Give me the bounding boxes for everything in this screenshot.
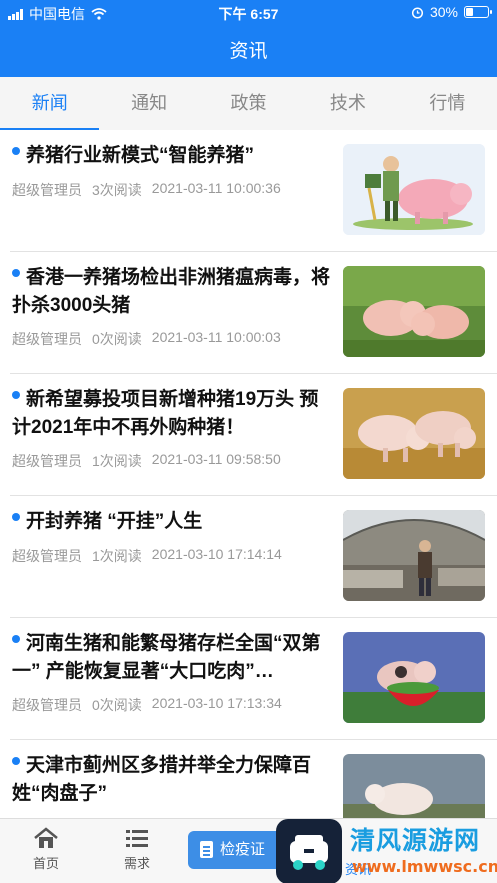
news-author: 超级管理员: [12, 453, 82, 469]
watermark-url: www.lmwwsc.cn: [352, 857, 497, 876]
news-time: 2021-03-11 10:00:03: [151, 329, 281, 345]
news-item[interactable]: 养猪行业新模式“智能养猪” 超级管理员 3次阅读 2021-03-11 10:0…: [0, 130, 497, 252]
watermark-name: 清风源游网: [350, 827, 481, 855]
tab-market[interactable]: 行情: [398, 77, 497, 130]
news-time: 2021-03-10 17:14:14: [151, 546, 282, 562]
site-watermark: 清风源游网 www.lmwwsc.cn: [256, 819, 497, 883]
news-reads: 0次阅读: [92, 331, 142, 347]
news-item[interactable]: 香港一养猪场检出非洲猪瘟病毒，将扑杀3000头猪 超级管理员 0次阅读 2021…: [0, 252, 497, 374]
news-title: 新希望募投项目新增种猪19万头 预计2021年中不再外购种猪！: [12, 389, 319, 438]
news-title: 香港一养猪场检出非洲猪瘟病毒，将扑杀3000头猪: [12, 267, 331, 316]
news-title: 天津市蓟州区多措并举全力保障百姓“肉盘子”: [12, 755, 312, 804]
news-thumbnail: [343, 144, 485, 235]
news-author: 超级管理员: [12, 548, 82, 564]
battery-icon: [464, 6, 492, 18]
news-title: 养猪行业新模式“智能养猪”: [26, 145, 255, 166]
news-time: 2021-03-11 10:00:36: [151, 180, 281, 196]
news-item[interactable]: 开封养猪 “开挂”人生 超级管理员 1次阅读 2021-03-10 17:14:…: [0, 496, 497, 618]
status-bar: 中国电信 下午 6:57 30%: [0, 0, 497, 26]
news-meta: 超级管理员 1次阅读 2021-03-10 17:14:14: [12, 546, 282, 566]
bottom-tab-bar: 首页 需求 检疫证 资讯 清风源游网 www.lmwwsc.cn: [0, 818, 497, 883]
home-icon: [34, 827, 58, 848]
news-list: 养猪行业新模式“智能养猪” 超级管理员 3次阅读 2021-03-11 10:0…: [0, 130, 497, 840]
news-meta: 超级管理员 0次阅读 2021-03-11 10:00:03: [12, 329, 281, 349]
news-reads: 1次阅读: [92, 548, 142, 564]
news-title: 开封养猪 “开挂”人生: [26, 511, 203, 532]
nav-bar: 资讯: [0, 26, 497, 77]
news-meta: 超级管理员 3次阅读 2021-03-11 10:00:36: [12, 180, 281, 200]
news-author: 超级管理员: [12, 697, 82, 713]
tab-policy[interactable]: 政策: [199, 77, 298, 130]
news-thumbnail: [343, 266, 485, 357]
news-time: 2021-03-10 17:13:34: [151, 695, 282, 711]
news-title: 河南生猪和能繁母猪存栏全国“双第一” 产能恢复显著“大口吃肉”…: [12, 633, 321, 682]
tabbar-demand[interactable]: 需求: [107, 827, 167, 872]
tab-technology[interactable]: 技术: [298, 77, 397, 130]
list-icon: [126, 830, 148, 847]
news-meta: 超级管理员 0次阅读 2021-03-10 17:13:34: [12, 695, 282, 715]
bullet-dot: [12, 635, 20, 643]
news-thumbnail: [343, 388, 485, 479]
news-reads: 0次阅读: [92, 697, 142, 713]
category-tabs: 新闻 通知 政策 技术 行情: [0, 77, 497, 130]
tab-news[interactable]: 新闻: [0, 77, 100, 130]
news-author: 超级管理员: [12, 331, 82, 347]
news-meta: 超级管理员 1次阅读 2021-03-11 09:58:50: [12, 451, 281, 471]
document-icon: [200, 841, 213, 858]
bullet-dot: [12, 269, 20, 277]
news-reads: 3次阅读: [92, 182, 142, 198]
bullet-dot: [12, 757, 20, 765]
news-thumbnail: [343, 510, 485, 601]
bullet-dot: [12, 391, 20, 399]
tabbar-demand-label: 需求: [123, 856, 150, 871]
bullet-dot: [12, 513, 20, 521]
news-item[interactable]: 新希望募投项目新增种猪19万头 预计2021年中不再外购种猪！ 超级管理员 1次…: [0, 374, 497, 496]
news-item[interactable]: 河南生猪和能繁母猪存栏全国“双第一” 产能恢复显著“大口吃肉”… 超级管理员 0…: [0, 618, 497, 740]
tab-notice[interactable]: 通知: [99, 77, 198, 130]
news-reads: 1次阅读: [92, 453, 142, 469]
tabbar-home-label: 首页: [32, 856, 59, 871]
news-thumbnail: [343, 632, 485, 723]
news-author: 超级管理员: [12, 182, 82, 198]
alarm-icon: [411, 6, 424, 19]
tabbar-home[interactable]: 首页: [16, 827, 76, 872]
battery-percent: 30%: [429, 4, 458, 20]
news-time: 2021-03-11 09:58:50: [151, 451, 281, 467]
bullet-dot: [12, 147, 20, 155]
news-thumbnail: [343, 754, 485, 828]
watermark-logo-icon: [276, 819, 342, 883]
page-title: 资讯: [229, 41, 268, 62]
